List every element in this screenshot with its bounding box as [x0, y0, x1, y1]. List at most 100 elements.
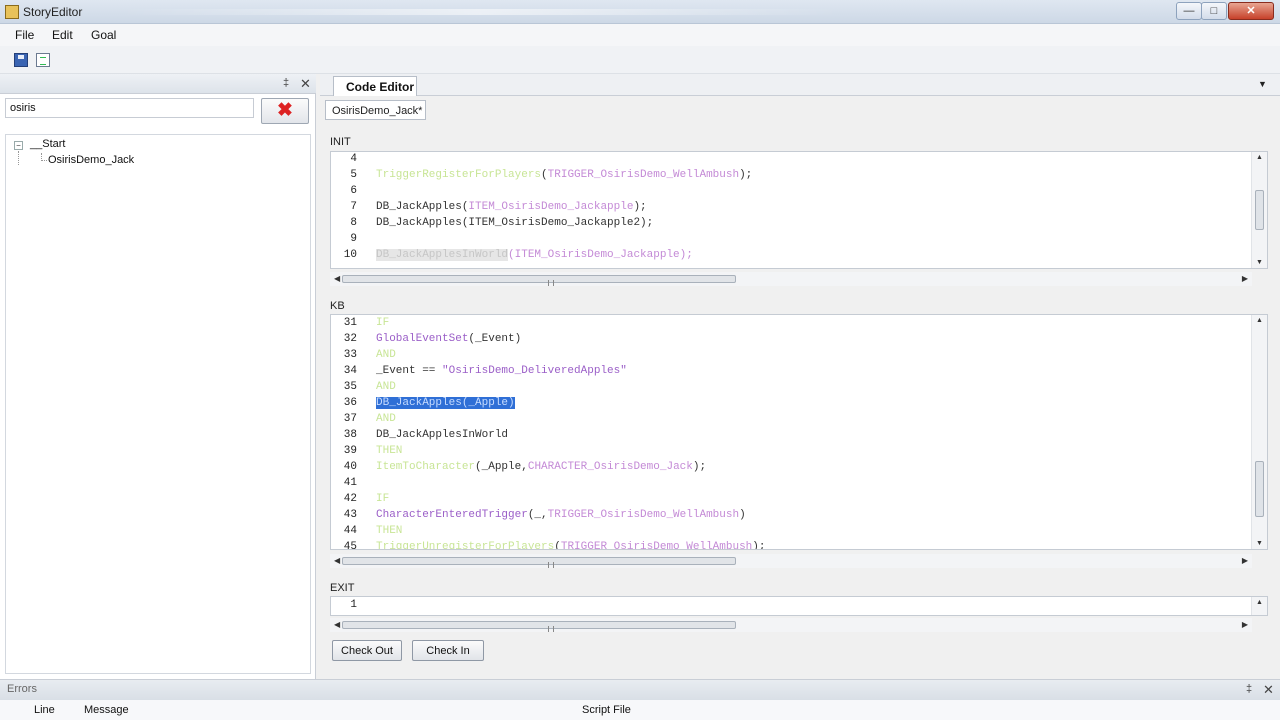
- menu-edit[interactable]: Edit: [52, 28, 73, 42]
- code-token: );: [739, 169, 753, 181]
- scroll-right-icon[interactable]: ▶: [1242, 620, 1248, 629]
- code-line[interactable]: 37 AND: [331, 413, 1231, 429]
- kb-vertical-scrollbar[interactable]: ▲ ▼: [1251, 315, 1267, 549]
- line-number: 10: [343, 249, 357, 261]
- scroll-thumb[interactable]: [342, 621, 736, 632]
- column-header-line[interactable]: Line: [34, 704, 55, 716]
- code-token: DB_JackApples(_Apple): [376, 397, 515, 409]
- line-number: 43: [343, 509, 357, 521]
- code-line[interactable]: 38 DB_JackApplesInWorld: [331, 429, 1231, 445]
- pin-icon[interactable]: ‡: [283, 77, 289, 89]
- code-token: TriggerUnregisterForPlayers: [376, 541, 555, 550]
- exit-vertical-scrollbar[interactable]: ▲: [1251, 597, 1267, 615]
- line-number: 36: [343, 397, 357, 409]
- scroll-left-icon[interactable]: ◀: [334, 274, 340, 283]
- code-line[interactable]: 7 DB_JackApples(ITEM_OsirisDemo_Jackapple…: [331, 201, 1231, 217]
- code-line[interactable]: 43 CharacterEnteredTrigger(_,TRIGGER_Osir…: [331, 509, 1231, 525]
- line-code: AND: [376, 413, 396, 425]
- line-code: THEN: [376, 445, 402, 457]
- menu-file[interactable]: File: [15, 28, 34, 42]
- pin-icon[interactable]: ‡: [1246, 683, 1252, 695]
- tab-document[interactable]: OsirisDemo_Jack*: [325, 100, 426, 120]
- scroll-down-icon[interactable]: ▼: [1256, 540, 1263, 547]
- code-line[interactable]: 33 AND: [331, 349, 1231, 365]
- save-icon[interactable]: [14, 53, 28, 67]
- scroll-down-icon[interactable]: ▼: [1256, 259, 1263, 266]
- code-line[interactable]: 35 AND: [331, 381, 1231, 397]
- code-token: AND: [376, 413, 396, 425]
- line-number: 37: [343, 413, 357, 425]
- init-horizontal-scrollbar[interactable]: ◀ ▶: [330, 272, 1252, 286]
- app-icon: [5, 5, 19, 19]
- code-line[interactable]: 44 THEN: [331, 525, 1231, 541]
- exit-horizontal-scrollbar[interactable]: ◀ ▶: [330, 618, 1252, 632]
- init-code-area[interactable]: ▲ ▼ 4 5 TriggerRegisterForPlayers(TRIGGER_…: [330, 151, 1268, 269]
- code-line[interactable]: 4: [331, 153, 1231, 169]
- scroll-right-icon[interactable]: ▶: [1242, 556, 1248, 565]
- line-number: 34: [343, 365, 357, 377]
- code-line[interactable]: 41: [331, 477, 1231, 493]
- code-line[interactable]: 1: [331, 599, 1231, 615]
- close-icon[interactable]: ✕: [300, 76, 311, 92]
- tab-code-editor[interactable]: Code Editor: [333, 76, 417, 96]
- code-line[interactable]: 42 IF: [331, 493, 1231, 509]
- exit-code-area[interactable]: ▲ 1: [330, 596, 1268, 616]
- editor-tab-strip: Code Editor ▼: [320, 74, 1280, 96]
- scroll-thumb[interactable]: [342, 275, 736, 286]
- scroll-right-icon[interactable]: ▶: [1242, 274, 1248, 283]
- line-code: IF: [376, 493, 389, 505]
- check-out-button[interactable]: Check Out: [332, 640, 402, 661]
- tree-node-start[interactable]: __Start: [30, 138, 65, 150]
- tab-dropdown-icon[interactable]: ▼: [1258, 79, 1267, 89]
- scroll-left-icon[interactable]: ◀: [334, 556, 340, 565]
- scroll-up-icon[interactable]: ▲: [1256, 317, 1263, 324]
- close-window-button[interactable]: ✕: [1228, 2, 1274, 20]
- code-token: CHARACTER_OsirisDemo_Jack: [527, 461, 693, 473]
- code-line[interactable]: 40 ItemToCharacter(_Apple,CHARACTER_Osiri…: [331, 461, 1231, 477]
- kb-horizontal-scrollbar[interactable]: ◀ ▶: [330, 554, 1252, 568]
- line-number: 9: [350, 233, 357, 245]
- code-line[interactable]: 45 TriggerUnregisterForPlayers(TRIGGER_Os…: [331, 541, 1231, 550]
- code-token: (: [541, 169, 548, 181]
- search-input[interactable]: [5, 98, 254, 118]
- minimize-button[interactable]: —: [1176, 2, 1202, 20]
- close-icon[interactable]: ✕: [1263, 682, 1274, 698]
- kb-code-area[interactable]: ▲ ▼ 31 IF 32 GlobalEventSet(_Event) 33 AND 34 _…: [330, 314, 1268, 550]
- code-line[interactable]: 8 DB_JackApples(ITEM_OsirisDemo_Jackapple…: [331, 217, 1231, 233]
- scroll-thumb[interactable]: [342, 557, 736, 568]
- clear-search-button[interactable]: ✖: [261, 98, 309, 124]
- line-number: 31: [343, 317, 357, 329]
- line-code: TriggerUnregisterForPlayers(TRIGGER_Osir…: [376, 541, 766, 550]
- tree-node-osirisdemo-jack[interactable]: OsirisDemo_Jack: [48, 154, 134, 166]
- code-line[interactable]: 9: [331, 233, 1231, 249]
- line-number: 32: [343, 333, 357, 345]
- line-code: _Event == "OsirisDemo_DeliveredApples": [376, 365, 627, 377]
- menu-goal[interactable]: Goal: [91, 28, 116, 42]
- code-token: "OsirisDemo_DeliveredApples": [442, 365, 627, 377]
- line-number: 45: [343, 541, 357, 550]
- line-number: 39: [343, 445, 357, 457]
- code-line[interactable]: 39 THEN: [331, 445, 1231, 461]
- code-line[interactable]: 5 TriggerRegisterForPlayers(TRIGGER_Osiri…: [331, 169, 1231, 185]
- code-token: AND: [376, 381, 396, 393]
- scroll-left-icon[interactable]: ◀: [334, 620, 340, 629]
- column-header-script-file[interactable]: Script File: [582, 704, 631, 716]
- maximize-button[interactable]: □: [1201, 2, 1227, 20]
- code-line[interactable]: 36 DB_JackApples(_Apple): [331, 397, 1231, 413]
- scroll-up-icon[interactable]: ▲: [1256, 154, 1263, 161]
- scroll-thumb[interactable]: [1255, 190, 1264, 230]
- scroll-thumb[interactable]: [1255, 461, 1264, 517]
- code-line[interactable]: 32 GlobalEventSet(_Event): [331, 333, 1231, 349]
- column-header-message[interactable]: Message: [84, 704, 129, 716]
- code-line[interactable]: 34 _Event == "OsirisDemo_DeliveredApples": [331, 365, 1231, 381]
- code-line[interactable]: 31 IF: [331, 317, 1231, 333]
- scroll-up-icon[interactable]: ▲: [1256, 599, 1263, 606]
- code-line[interactable]: 10 DB_JackApplesInWorld(ITEM_OsirisDemo_J…: [331, 249, 1231, 265]
- collapse-icon[interactable]: −: [14, 141, 23, 150]
- line-number: 41: [343, 477, 357, 489]
- check-in-button[interactable]: Check In: [412, 640, 484, 661]
- code-token: );: [752, 541, 766, 550]
- document-icon[interactable]: [36, 53, 50, 67]
- code-line[interactable]: 6: [331, 185, 1231, 201]
- init-vertical-scrollbar[interactable]: ▲ ▼: [1251, 152, 1267, 268]
